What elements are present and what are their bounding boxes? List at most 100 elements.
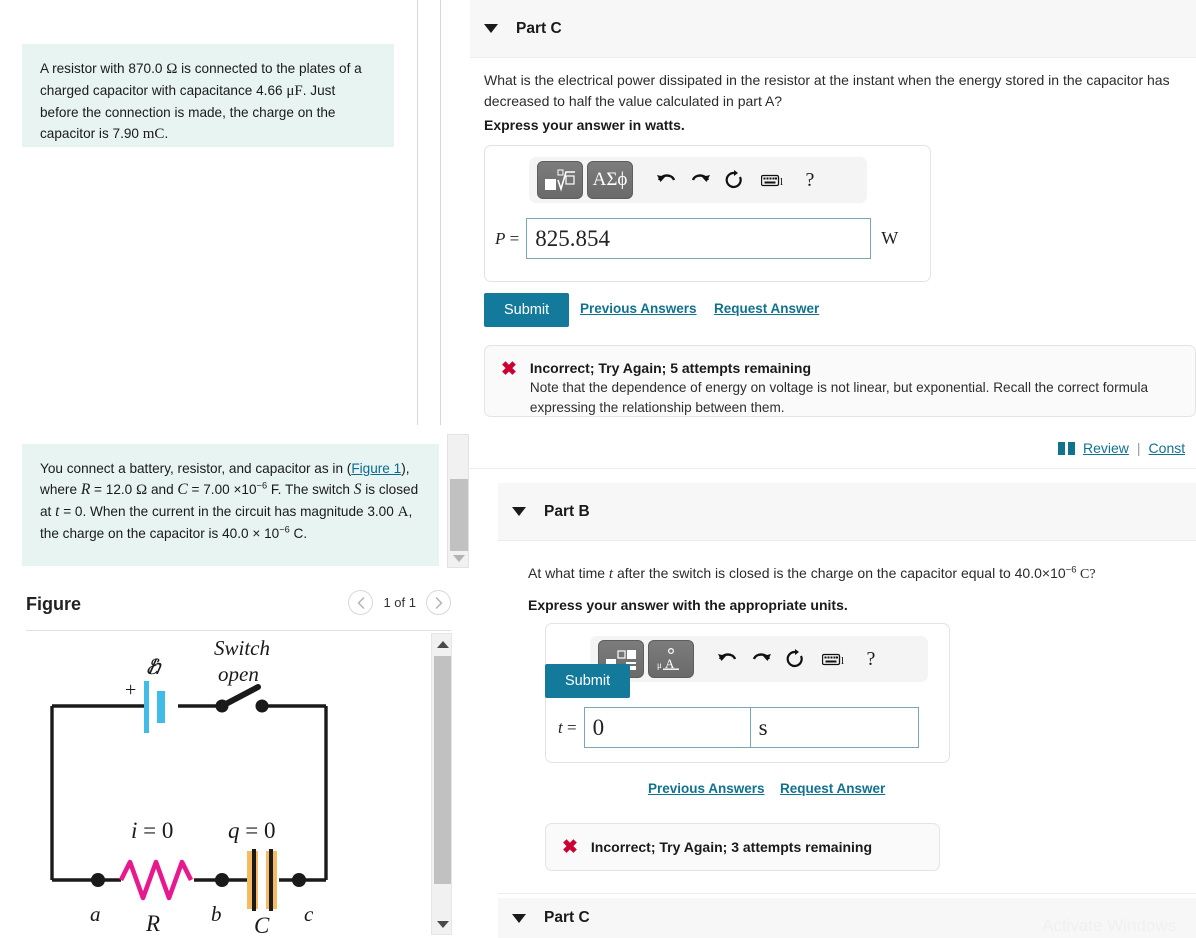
undo-arrow-icon[interactable]: [649, 161, 683, 199]
switch-label-line1: Switch: [214, 636, 270, 660]
keyboard-icon[interactable]: l: [812, 640, 854, 678]
part-b-submit-button[interactable]: Submit: [545, 664, 631, 698]
figure-counter: 1 of 1: [383, 595, 416, 610]
part-b-answer-unit-input[interactable]: s: [750, 707, 919, 748]
sqrt-template-icon[interactable]: [537, 161, 583, 199]
review-constants-bar: Review | Const: [1058, 440, 1185, 456]
part-c-math-toolbar: ΑΣϕ l ?: [529, 157, 867, 203]
chevron-right-icon: [435, 596, 443, 609]
greek-symbols-button[interactable]: ΑΣϕ: [587, 161, 633, 199]
node-c-dot: [292, 873, 306, 887]
keyboard-icon[interactable]: l: [751, 161, 793, 199]
problem-statement-a: A resistor with 870.0 Ω is connected to …: [22, 44, 394, 147]
resistor-symbol: [118, 859, 194, 901]
part-c-label: Part C: [516, 19, 562, 37]
figure-prev-button[interactable]: [348, 590, 374, 615]
units-button[interactable]: A μ: [648, 640, 694, 678]
part-c-request-answer-link[interactable]: Request Answer: [714, 301, 819, 316]
caret-down-icon[interactable]: [512, 913, 526, 923]
part-b-question: At what time t after the switch is close…: [528, 563, 1196, 585]
help-question-icon[interactable]: ?: [793, 161, 827, 199]
part-b-question-pre: At what time: [528, 565, 609, 581]
problem-a-text-4: .: [164, 126, 169, 141]
constants-link[interactable]: Const: [1149, 440, 1186, 456]
redo-arrow-icon[interactable]: [683, 161, 717, 199]
section-divider-bottom: [498, 893, 1196, 894]
part-b-feedback-title: Incorrect; Try Again; 3 attempts remaini…: [590, 839, 873, 855]
figure-next-button[interactable]: [426, 590, 451, 615]
part-c-instruction: Express your answer in watts.: [484, 117, 685, 133]
part-b-answer-unit-value: s: [758, 714, 768, 740]
reset-circle-icon[interactable]: [717, 161, 751, 199]
review-link[interactable]: Review: [1083, 440, 1129, 456]
circuit-diagram: + ℎ ℰ Switch open i = 0 q = 0 a b c R C: [50, 636, 328, 935]
microfarad-symbol: μF: [286, 83, 303, 99]
millicoulomb-symbol: mC: [142, 126, 165, 142]
part-b-answer-value: 0: [592, 714, 605, 740]
part-c-answer-input[interactable]: 825.854: [526, 218, 872, 259]
part-c-answer-prefix: P =: [495, 228, 520, 248]
scroll-down-arrow[interactable]: [448, 549, 470, 567]
left-panel: A resistor with 870.0 Ω is connected to …: [0, 0, 469, 938]
book-icon: [1058, 441, 1076, 455]
part-c-answer-unit: W: [881, 228, 899, 248]
reset-circle-icon[interactable]: [778, 640, 812, 678]
help-question-icon[interactable]: ?: [854, 640, 888, 678]
part-b-answer-row: t = 0 s: [546, 707, 919, 748]
figure-header: Figure 1 of 1: [26, 590, 451, 630]
svg-text:l: l: [780, 176, 783, 187]
caret-down-icon[interactable]: [512, 507, 526, 516]
part-c-bottom-label: Part C: [544, 909, 590, 926]
battery-long-plate: [144, 681, 149, 733]
scrollbar-thumb[interactable]: [450, 479, 468, 551]
problem-b-text-8: = 0. When the current in the circuit has…: [59, 504, 398, 519]
x-mark-icon: ✖: [562, 836, 578, 858]
part-c-answer-row: P = 825.854 W: [485, 218, 898, 259]
node-b-label: b: [211, 902, 222, 926]
part-b-label: Part B: [544, 502, 590, 520]
figure-1-link[interactable]: Figure 1: [351, 461, 401, 476]
switch-label-line2: open: [218, 662, 259, 686]
part-b-answer-value-input[interactable]: 0: [583, 707, 751, 748]
part-c-header[interactable]: Part C: [470, 0, 1196, 58]
problem-statement-b: You connect a battery, resistor, and cap…: [22, 444, 439, 566]
part-b-question-exponent: −6: [1065, 564, 1077, 576]
part-b-header[interactable]: Part B: [498, 483, 1196, 541]
part-b-previous-answers-link[interactable]: Previous Answers: [648, 781, 765, 796]
part-b-question-post: C?: [1076, 567, 1096, 582]
problem-b-text-4: and: [147, 482, 178, 497]
problem-b-text-10: C.: [289, 526, 308, 541]
capacitor-plate-left: [252, 849, 256, 911]
part-c-previous-answers-link[interactable]: Previous Answers: [580, 301, 697, 316]
figure-scrollbar-thumb[interactable]: [434, 656, 451, 884]
battery-short-plate: [157, 691, 165, 723]
greek-button-label: ΑΣϕ: [592, 169, 628, 190]
node-c-label: c: [304, 902, 314, 926]
figure-title: Figure: [26, 594, 82, 614]
problem-b-text-3: = 12.0: [90, 482, 137, 497]
node-b-dot: [215, 873, 229, 887]
redo-arrow-icon[interactable]: [744, 640, 778, 678]
svg-text:μ: μ: [657, 660, 662, 670]
problem-a-text-1: A resistor with 870.0: [40, 61, 167, 76]
var-R: R: [80, 481, 91, 498]
svg-text:l: l: [841, 655, 844, 666]
figure-scrollbar[interactable]: [431, 633, 452, 935]
part-b-request-answer-link[interactable]: Request Answer: [780, 781, 885, 796]
part-c-feedback-body: Note that the dependence of energy on vo…: [529, 380, 1149, 415]
part-c-answer-value: 825.854: [535, 225, 610, 251]
part-c-submit-button[interactable]: Submit: [484, 293, 570, 327]
figure-scroll-down-arrow[interactable]: [432, 914, 453, 934]
exponent-2: −6: [279, 524, 290, 535]
part-c-feedback: ✖ Incorrect; Try Again; 5 attempts remai…: [484, 345, 1196, 417]
problem-b-text-6: F. The switch: [267, 482, 354, 497]
caret-down-icon[interactable]: [484, 24, 498, 33]
node-a-label: a: [90, 902, 101, 926]
part-c-question: What is the electrical power dissipated …: [484, 72, 1170, 109]
text-pane-scrollbar[interactable]: [447, 434, 469, 568]
figure-scroll-up-arrow[interactable]: [432, 634, 453, 654]
ohm-symbol-b: Ω: [136, 482, 148, 498]
undo-arrow-icon[interactable]: [710, 640, 744, 678]
x-mark-icon: ✖: [501, 359, 517, 380]
section-divider: [470, 468, 1196, 469]
